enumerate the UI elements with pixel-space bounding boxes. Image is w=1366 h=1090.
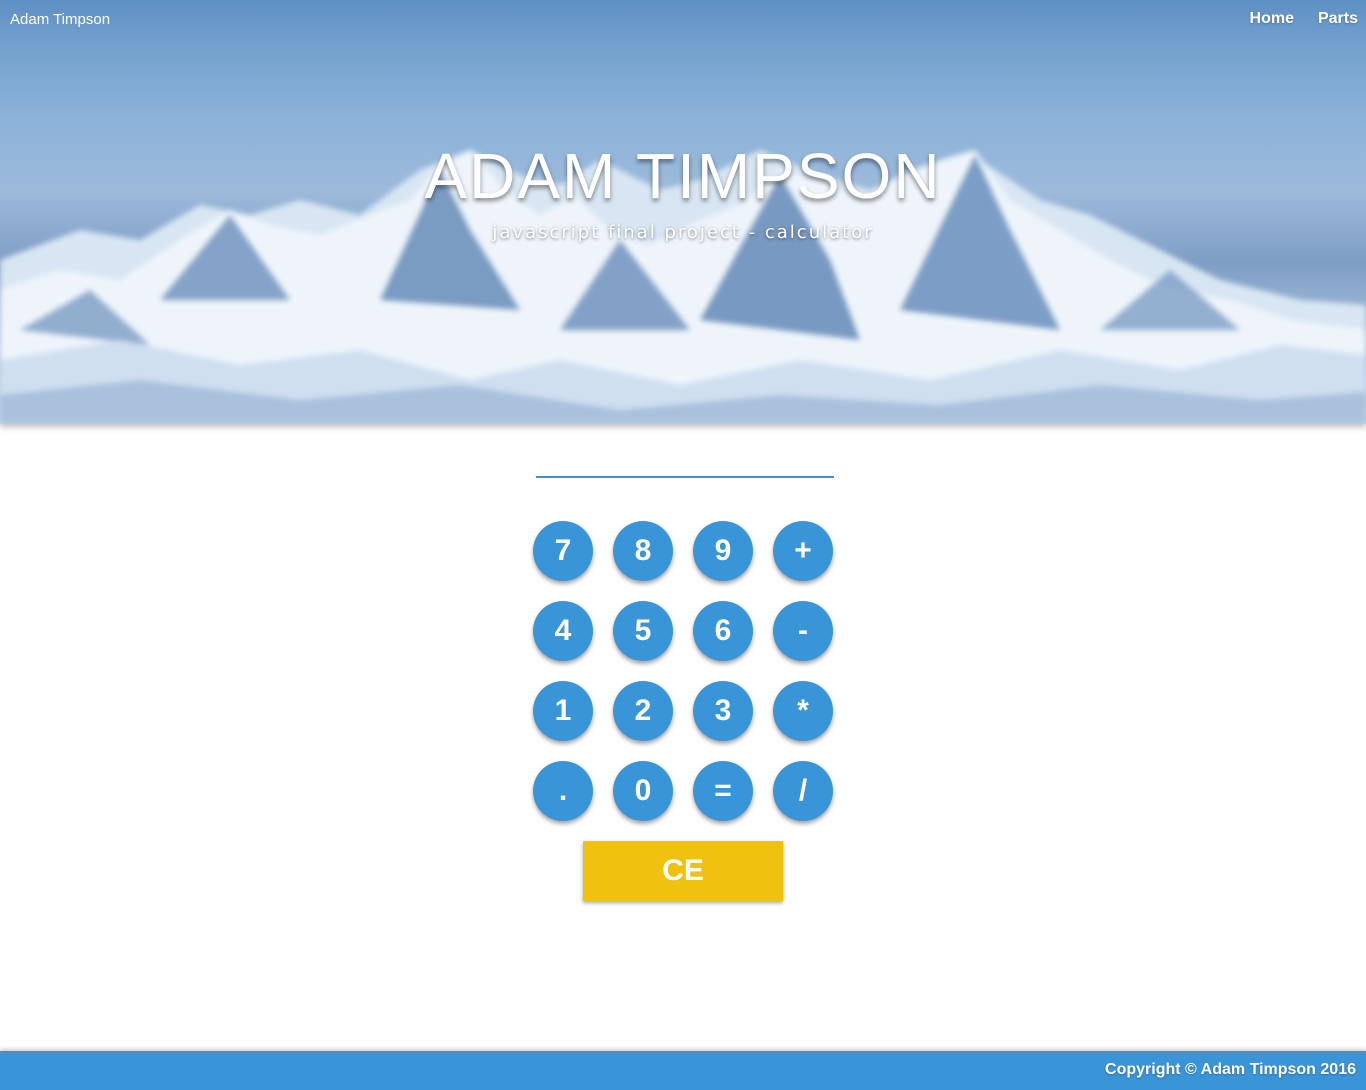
key-5[interactable]: 5	[613, 601, 673, 661]
key-4[interactable]: 4	[533, 601, 593, 661]
calculator-keypad: 7 8 9 + 4 5 6 - 1 2 3 * . 0 = /	[533, 521, 833, 821]
nav-link-parts[interactable]: Parts	[1318, 10, 1358, 28]
key-0[interactable]: 0	[613, 761, 673, 821]
key-1[interactable]: 1	[533, 681, 593, 741]
key-8[interactable]: 8	[613, 521, 673, 581]
page-subtitle: javascript final project - calculator	[492, 222, 874, 243]
key-6[interactable]: 6	[693, 601, 753, 661]
copyright-text: Copyright © Adam Timpson 2016	[1105, 1061, 1356, 1078]
key-2[interactable]: 2	[613, 681, 673, 741]
key-equals[interactable]: =	[693, 761, 753, 821]
page-title: ADAM TIMPSON	[424, 139, 942, 212]
key-9[interactable]: 9	[693, 521, 753, 581]
page: Adam Timpson Home Parts ADAM TIMPSON jav…	[0, 0, 1366, 1090]
nav-link-home[interactable]: Home	[1250, 10, 1294, 28]
key-7[interactable]: 7	[533, 521, 593, 581]
key-3[interactable]: 3	[693, 681, 753, 741]
top-nav: Home Parts	[1250, 10, 1366, 28]
site-brand[interactable]: Adam Timpson	[10, 11, 110, 28]
calculator-display[interactable]	[536, 452, 834, 478]
key-subtract[interactable]: -	[773, 601, 833, 661]
key-add[interactable]: +	[773, 521, 833, 581]
hero-banner: Adam Timpson Home Parts ADAM TIMPSON jav…	[0, 0, 1366, 424]
key-decimal[interactable]: .	[533, 761, 593, 821]
key-multiply[interactable]: *	[773, 681, 833, 741]
clear-entry-button[interactable]: CE	[583, 841, 783, 901]
footer: Copyright © Adam Timpson 2016	[0, 1051, 1366, 1090]
key-divide[interactable]: /	[773, 761, 833, 821]
